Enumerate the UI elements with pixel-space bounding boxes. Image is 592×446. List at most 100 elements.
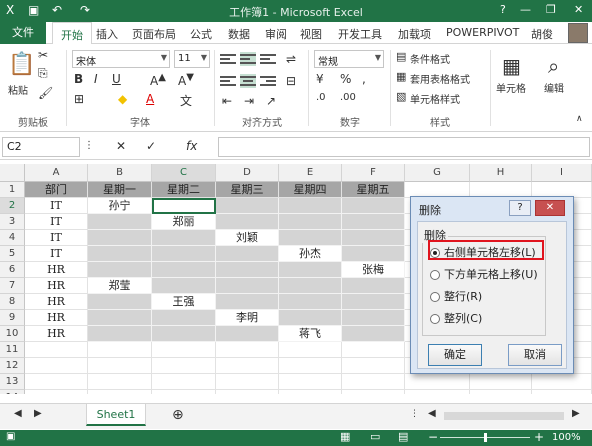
decrease-decimal-icon[interactable]: .00 <box>340 92 356 103</box>
tab-page-layout[interactable]: 页面布局 <box>132 26 176 42</box>
column-header-d[interactable]: D <box>216 164 279 182</box>
cell-f3[interactable] <box>342 214 405 230</box>
radio-entire-column[interactable]: 整列(C) <box>430 310 482 326</box>
tab-review[interactable]: 审阅 <box>265 26 287 42</box>
zoom-out-button[interactable]: − <box>428 430 438 444</box>
help-button[interactable]: ? <box>500 3 506 16</box>
page-break-view-icon[interactable]: ▤ <box>398 430 408 443</box>
cell-e12[interactable] <box>279 358 342 374</box>
cell-a11[interactable] <box>25 342 88 358</box>
cell-e9[interactable] <box>279 310 342 326</box>
increase-decimal-icon[interactable]: .0 <box>316 92 326 103</box>
formula-input[interactable] <box>218 137 590 157</box>
cell-e4[interactable] <box>279 230 342 246</box>
cell-a14[interactable] <box>25 390 88 394</box>
conditional-format-button[interactable]: 条件格式 <box>410 51 450 66</box>
cell-c5[interactable] <box>152 246 216 262</box>
grow-font-icon[interactable]: A▲ <box>150 72 166 88</box>
cell-c13[interactable] <box>152 374 216 390</box>
cell-f1[interactable]: 星期五 <box>342 182 405 198</box>
radio-shift-up[interactable]: 下方单元格上移(U) <box>430 266 538 282</box>
normal-view-icon[interactable]: ▦ <box>340 430 350 443</box>
cell-c9[interactable] <box>152 310 216 326</box>
cell-a2[interactable]: IT <box>25 198 88 214</box>
radio-dot-icon[interactable] <box>430 270 440 280</box>
cell-f2[interactable] <box>342 198 405 214</box>
cell-c14[interactable] <box>152 390 216 394</box>
cell-b5[interactable] <box>88 246 152 262</box>
cell-a10[interactable]: HR <box>25 326 88 342</box>
underline-icon[interactable]: U <box>112 72 121 86</box>
cell-h13[interactable] <box>470 374 532 390</box>
phonetic-icon[interactable]: 文 <box>180 92 192 109</box>
cell-b7[interactable]: 郑莹 <box>88 278 152 294</box>
radio-dot-icon[interactable] <box>430 292 440 302</box>
cell-d6[interactable] <box>216 262 279 278</box>
align-top-icon[interactable] <box>220 52 236 66</box>
cell-b9[interactable] <box>88 310 152 326</box>
close-button[interactable]: ✕ <box>574 3 583 16</box>
cell-i14[interactable] <box>532 390 592 394</box>
column-header-i[interactable]: I <box>532 164 592 182</box>
row-header-7[interactable]: 7 <box>0 278 25 294</box>
row-header-2[interactable]: 2 <box>0 198 25 214</box>
cell-f14[interactable] <box>342 390 405 394</box>
bold-icon[interactable]: B <box>74 72 83 86</box>
row-header-3[interactable]: 3 <box>0 214 25 230</box>
cell-e2[interactable] <box>279 198 342 214</box>
cell-b12[interactable] <box>88 358 152 374</box>
tab-formulas[interactable]: 公式 <box>190 26 212 42</box>
radio-dot-icon[interactable] <box>430 314 440 324</box>
align-left-icon[interactable] <box>220 74 236 88</box>
cell-e1[interactable]: 星期四 <box>279 182 342 198</box>
format-painter-icon[interactable]: 🖌 <box>38 86 53 100</box>
align-center-icon[interactable] <box>240 74 256 88</box>
radio-entire-row[interactable]: 整行(R) <box>430 288 482 304</box>
cell-c6[interactable] <box>152 262 216 278</box>
cell-f13[interactable] <box>342 374 405 390</box>
cell-g13[interactable] <box>405 374 470 390</box>
row-header-13[interactable]: 13 <box>0 374 25 390</box>
cell-f8[interactable] <box>342 294 405 310</box>
number-format-combo[interactable]: 常规 ▼ <box>314 50 384 68</box>
cell-f10[interactable] <box>342 326 405 342</box>
row-header-4[interactable]: 4 <box>0 230 25 246</box>
cell-b3[interactable] <box>88 214 152 230</box>
column-header-c[interactable]: C <box>152 164 216 182</box>
cell-e14[interactable] <box>279 390 342 394</box>
cell-c8[interactable]: 王强 <box>152 294 216 310</box>
font-color-icon[interactable]: A <box>146 92 154 106</box>
borders-icon[interactable]: ⊞ <box>74 92 84 106</box>
cell-a7[interactable]: HR <box>25 278 88 294</box>
cells-button[interactable]: 单元格 <box>496 80 526 95</box>
cell-c2[interactable] <box>152 198 216 214</box>
zoom-level[interactable]: 100% <box>552 432 581 443</box>
cell-e3[interactable] <box>279 214 342 230</box>
zoom-in-button[interactable]: + <box>534 430 544 444</box>
cell-b11[interactable] <box>88 342 152 358</box>
cell-h14[interactable] <box>470 390 532 394</box>
cell-f9[interactable] <box>342 310 405 326</box>
decrease-indent-icon[interactable]: ⇤ <box>222 94 232 108</box>
cell-f7[interactable] <box>342 278 405 294</box>
row-header-9[interactable]: 9 <box>0 310 25 326</box>
more-icon[interactable]: ⋮ <box>410 409 419 419</box>
cell-d12[interactable] <box>216 358 279 374</box>
tab-sheet1[interactable]: Sheet1 <box>86 404 146 426</box>
tab-data[interactable]: 数据 <box>228 26 250 42</box>
cell-c7[interactable] <box>152 278 216 294</box>
cancel-entry-icon[interactable]: ✕ <box>116 139 126 153</box>
dialog-help-button[interactable]: ? <box>509 200 531 216</box>
row-header-10[interactable]: 10 <box>0 326 25 342</box>
cell-e13[interactable] <box>279 374 342 390</box>
cell-a3[interactable]: IT <box>25 214 88 230</box>
cell-b13[interactable] <box>88 374 152 390</box>
fill-color-icon[interactable]: ◆ <box>118 92 127 106</box>
cell-f4[interactable] <box>342 230 405 246</box>
avatar[interactable] <box>568 23 588 43</box>
macro-record-icon[interactable]: ▣ <box>6 431 15 442</box>
paste-button[interactable]: 粘贴 <box>8 82 28 97</box>
copy-icon[interactable]: ⎘ <box>38 66 48 81</box>
cell-d9[interactable]: 李明 <box>216 310 279 326</box>
scroll-left-icon[interactable]: ◀ <box>428 408 436 419</box>
